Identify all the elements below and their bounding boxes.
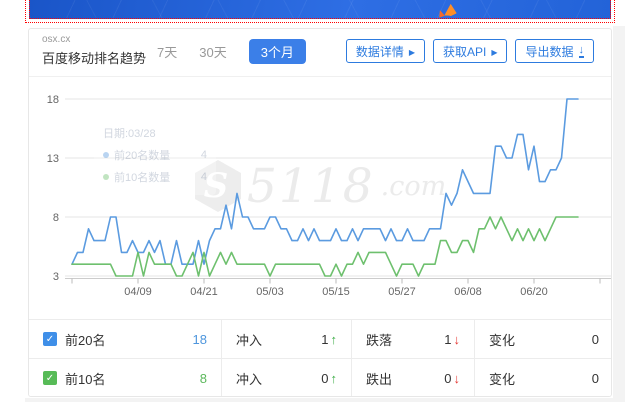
tab-7-days[interactable]: 7天: [157, 42, 177, 61]
top20-total: 18: [192, 331, 207, 347]
data-details-button[interactable]: 数据详情: [345, 39, 425, 63]
surge-value: 0: [321, 370, 329, 386]
data-details-label: 数据详情: [355, 44, 404, 59]
fall-value: 1: [444, 331, 452, 347]
export-data-button[interactable]: 导出数据: [515, 39, 594, 63]
table-row-top10-dropout-cell: 跌出 0 ↓: [352, 359, 475, 396]
table-row-top10-change-cell: 变化 0: [475, 359, 611, 396]
table-row-top20-series-cell: 前20名 18: [29, 320, 222, 359]
table-row-top20-change-cell: 变化 0: [475, 320, 611, 359]
action-buttons: 数据详情 获取API 导出数据: [345, 39, 594, 63]
card-header: osx.cx 百度移动排名趋势 7天 30天 3个月 数据详情 获取API 导出…: [29, 29, 611, 77]
page-background-strip: [613, 26, 625, 402]
top10-label: 前10名: [65, 371, 106, 387]
down-arrow-icon: ↓: [453, 370, 461, 386]
change-value: 0: [591, 331, 599, 347]
top10-total: 8: [199, 370, 207, 386]
top20-label: 前20名: [65, 332, 106, 348]
up-arrow-icon: ↑: [330, 370, 338, 386]
surge-label: 冲入: [236, 332, 263, 348]
svg-text:04/21: 04/21: [190, 286, 218, 298]
export-data-label: 导出数据: [525, 44, 574, 59]
svg-text:18: 18: [47, 94, 59, 106]
table-row-top20-fall-cell: 跌落 1 ↓: [352, 320, 475, 359]
svg-text:06/08: 06/08: [454, 286, 482, 298]
top20-checkbox[interactable]: [43, 332, 57, 346]
change-value: 0: [591, 370, 599, 386]
dropout-value: 0: [444, 370, 452, 386]
dropout-label: 跌出: [366, 371, 393, 387]
surge-value: 1: [321, 331, 329, 347]
promo-banner[interactable]: [29, 0, 611, 19]
tab-3-months[interactable]: 3个月: [248, 38, 306, 64]
trend-card: osx.cx 百度移动排名趋势 7天 30天 3个月 数据详情 获取API 导出…: [28, 28, 612, 397]
banner-selection-marquee: [25, 0, 615, 23]
change-label: 变化: [489, 371, 516, 387]
period-tabs: 7天 30天 3个月: [157, 38, 306, 64]
svg-text:05/15: 05/15: [322, 286, 350, 298]
table-row-top20-surge-cell: 冲入 1 ↑: [222, 320, 352, 359]
svg-text:13: 13: [47, 153, 59, 165]
svg-text:05/03: 05/03: [256, 286, 284, 298]
get-api-button[interactable]: 获取API: [432, 39, 508, 63]
rank-summary-table: 前20名 18 冲入 1 ↑ 跌落 1 ↓ 变化 0 前10名 8: [29, 319, 611, 396]
rocket-flame-icon: [444, 3, 457, 16]
svg-text:8: 8: [53, 212, 59, 224]
tab-30-days[interactable]: 30天: [199, 42, 226, 61]
chart-title: 百度移动排名趋势: [42, 51, 147, 66]
play-icon: [491, 44, 497, 58]
svg-text:05/27: 05/27: [388, 286, 416, 298]
surge-label: 冲入: [236, 371, 263, 387]
svg-text:04/09: 04/09: [124, 286, 152, 298]
get-api-label: 获取API: [442, 44, 487, 59]
domain-label: osx.cx: [42, 34, 71, 45]
download-icon: [578, 45, 584, 58]
change-label: 变化: [489, 332, 516, 348]
table-row-top10-series-cell: 前10名 8: [29, 359, 222, 396]
trend-chart[interactable]: 3 8 13 18 04/09 04/21 05/03 05/15 05/27 06/08 06/2…: [29, 86, 612, 311]
down-arrow-icon: ↓: [453, 331, 461, 347]
top10-checkbox[interactable]: [43, 371, 57, 385]
svg-text:3: 3: [53, 271, 59, 283]
svg-text:06/20: 06/20: [520, 286, 548, 298]
flame-icon: [437, 9, 445, 18]
fall-label: 跌落: [366, 332, 393, 348]
page-background-strip: [25, 398, 625, 402]
up-arrow-icon: ↑: [330, 331, 338, 347]
table-row-top10-surge-cell: 冲入 0 ↑: [222, 359, 352, 396]
play-icon: [409, 44, 415, 58]
